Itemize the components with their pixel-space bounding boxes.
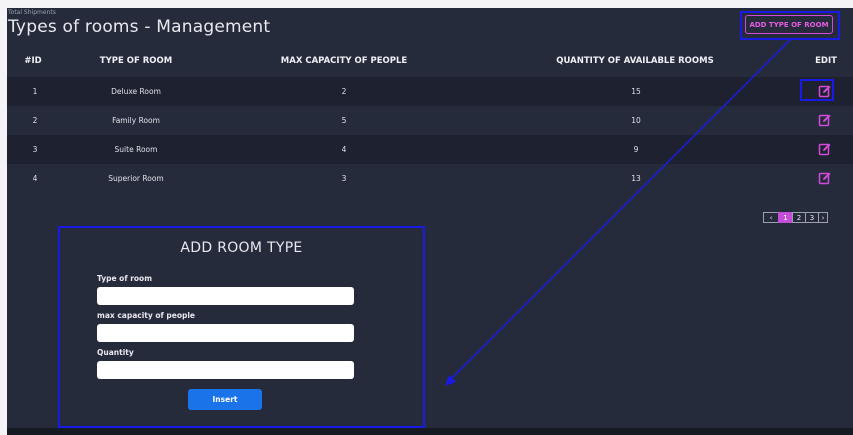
quantity-label: Quantity [97, 348, 134, 357]
highlight-box-edit [800, 79, 834, 101]
cell-id: 1 [32, 87, 38, 96]
footer-strip [7, 428, 853, 435]
cell-id: 4 [32, 174, 38, 183]
cell-capacity: 4 [341, 145, 347, 154]
cell-type: Family Room [112, 116, 160, 125]
pagination: ‹ 1 2 3 › [763, 212, 828, 223]
pagination-page-2[interactable]: 2 [792, 212, 806, 223]
form-title: ADD ROOM TYPE [180, 240, 303, 256]
page-title: Types of rooms - Management [8, 17, 271, 37]
edit-icon[interactable] [818, 142, 832, 156]
cell-capacity: 5 [341, 116, 347, 125]
highlight-box-add-button [740, 11, 840, 40]
cell-capacity: 2 [341, 87, 347, 96]
type-of-room-input[interactable] [97, 287, 354, 305]
table-row: 2 Family Room 5 10 [7, 106, 853, 135]
column-header-edit: EDIT [815, 56, 837, 66]
pagination-next[interactable]: › [818, 212, 828, 223]
edit-icon[interactable] [818, 171, 832, 185]
cell-quantity: 10 [631, 116, 641, 125]
edit-icon[interactable] [818, 113, 832, 127]
page-subtitle: Total Shipments [8, 9, 56, 16]
pagination-prev[interactable]: ‹ [763, 212, 779, 223]
type-of-room-label: Type of room [97, 274, 153, 283]
table-row: 4 Superior Room 3 13 [7, 164, 853, 193]
max-capacity-label: max capacity of people [97, 311, 196, 320]
column-header-quantity: QUANTITY OF AVAILABLE ROOMS [556, 56, 714, 66]
cell-type: Deluxe Room [111, 87, 161, 96]
column-header-capacity: MAX CAPACITY OF PEOPLE [280, 56, 408, 66]
column-header-type: TYPE OF ROOM [99, 56, 173, 66]
cell-id: 3 [32, 145, 38, 154]
cell-quantity: 13 [631, 174, 641, 183]
column-header-id: #ID [24, 56, 42, 66]
cell-type: Superior Room [108, 174, 164, 183]
quantity-input[interactable] [97, 361, 354, 379]
cell-type: Suite Room [114, 145, 158, 154]
pagination-page-1[interactable]: 1 [778, 212, 793, 223]
table-row: 3 Suite Room 4 9 [7, 135, 853, 164]
table-row: 1 Deluxe Room 2 15 [7, 77, 853, 106]
cell-quantity: 9 [633, 145, 639, 154]
pagination-page-3[interactable]: 3 [805, 212, 819, 223]
max-capacity-input[interactable] [97, 324, 354, 342]
cell-capacity: 3 [341, 174, 347, 183]
insert-button[interactable]: Insert [188, 389, 262, 410]
cell-quantity: 15 [631, 87, 641, 96]
cell-id: 2 [32, 116, 38, 125]
